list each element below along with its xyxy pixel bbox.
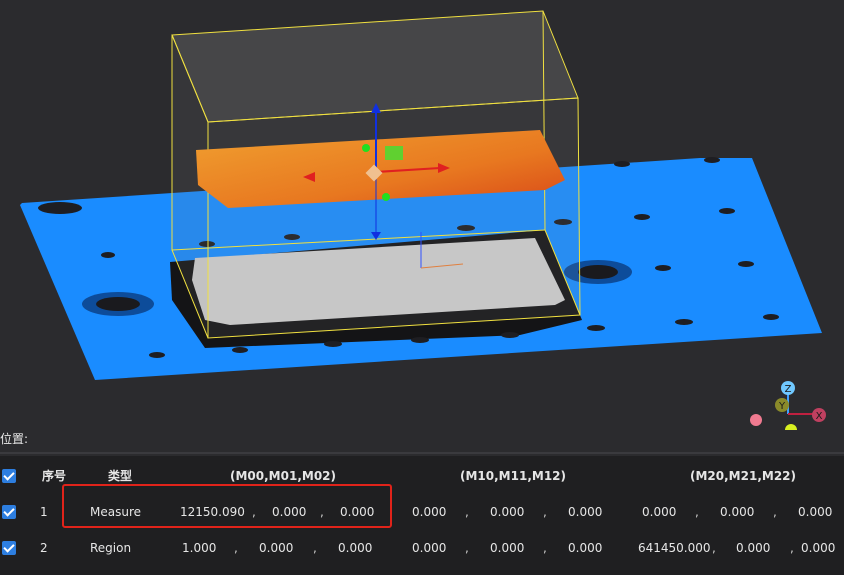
separator: ,	[543, 505, 547, 519]
position-panel-label: 位置:	[0, 432, 29, 446]
cell-m01: 0.000	[259, 541, 294, 555]
neg-y-handle[interactable]	[785, 424, 797, 430]
separator: ,	[543, 541, 547, 555]
highlight-box	[62, 484, 392, 528]
cell-m22: 0.000	[801, 541, 836, 555]
cell-m10: 0.000	[412, 541, 447, 555]
z-axis-label: Z	[785, 384, 792, 395]
cell-m12: 0.000	[568, 505, 603, 519]
select-all-checkbox[interactable]	[2, 469, 16, 483]
cell-m12: 0.000	[568, 541, 603, 555]
separator: ,	[313, 541, 317, 555]
cell-m21: 0.000	[720, 505, 755, 519]
y-axis-label: Y	[778, 401, 786, 412]
row-checkbox[interactable]	[2, 505, 16, 519]
separator: ,	[234, 541, 238, 555]
cell-m21: 0.000	[736, 541, 771, 555]
separator: ,	[790, 541, 794, 555]
cell-m02: 0.000	[338, 541, 373, 555]
neg-x-handle[interactable]	[750, 414, 762, 426]
x-axis-label: X	[816, 411, 823, 422]
separator: ,	[695, 505, 699, 519]
separator: ,	[773, 505, 777, 519]
row-index: 1	[40, 505, 48, 519]
separator: ,	[465, 505, 469, 519]
separator: ,	[712, 541, 716, 555]
cell-m20: 641450.000	[638, 541, 711, 555]
header-m2-group: (M20,M21,M22)	[690, 469, 797, 483]
cell-m10: 0.000	[412, 505, 447, 519]
row-index: 2	[40, 541, 48, 555]
3d-viewport[interactable]: Z Y X	[0, 0, 844, 430]
axis-orientation-gizmo[interactable]: Z Y X	[750, 381, 826, 430]
cell-m11: 0.000	[490, 541, 525, 555]
point-cloud-scene[interactable]: Z Y X	[0, 0, 844, 430]
row-type: Region	[90, 541, 132, 555]
cell-m22: 0.000	[798, 505, 833, 519]
cell-m11: 0.000	[490, 505, 525, 519]
table-row[interactable]: 2 Region 1.000 , 0.000 , 0.000 0.000 , 0…	[0, 530, 844, 566]
row-checkbox[interactable]	[2, 541, 16, 555]
cell-m00: 1.000	[182, 541, 217, 555]
header-m1-group: (M10,M11,M12)	[460, 469, 567, 483]
panel-divider	[0, 452, 844, 454]
separator: ,	[465, 541, 469, 555]
cell-m20: 0.000	[642, 505, 677, 519]
